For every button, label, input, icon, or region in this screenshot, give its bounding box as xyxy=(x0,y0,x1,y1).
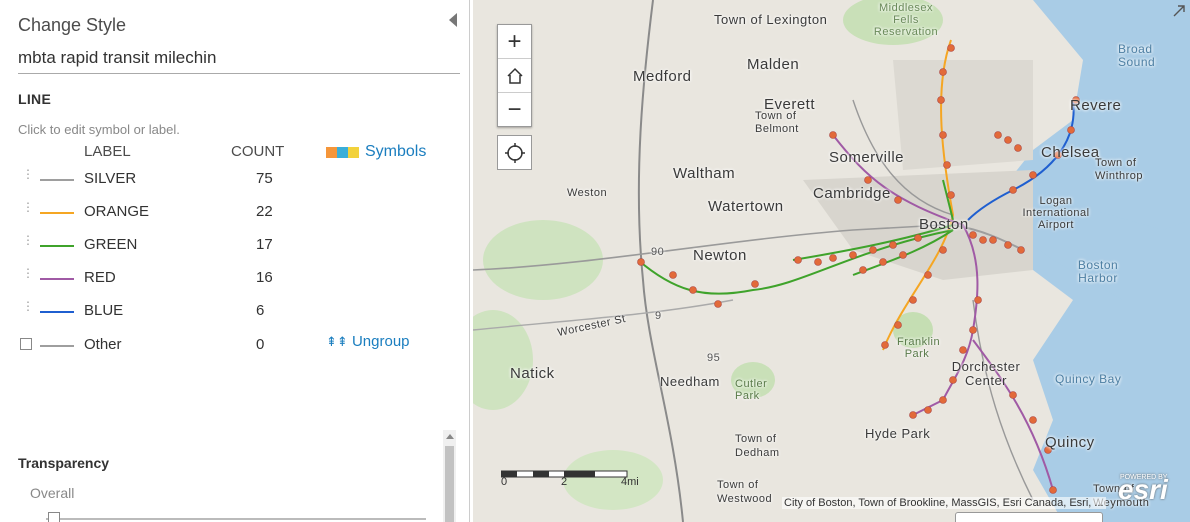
zoom-out-button[interactable]: − xyxy=(498,93,531,126)
change-style-panel: Change Style mbta rapid transit milechin… xyxy=(0,0,470,522)
map-label-medford: Medford xyxy=(633,68,692,85)
zoom-in-button[interactable]: + xyxy=(498,25,531,59)
symbols-link[interactable]: Symbols xyxy=(326,143,426,161)
overall-label: Overall xyxy=(30,485,75,501)
map-label-middlesex: Middlesex Fells Reservation xyxy=(873,2,939,38)
map-label-lexington: Town of Lexington xyxy=(714,12,828,27)
symbols-link-label: Symbols xyxy=(365,143,427,160)
map-label-cambridge: Cambridge xyxy=(813,185,891,202)
scroll-thumb[interactable] xyxy=(445,446,454,522)
map-label-winthrop: Town of Winthrop xyxy=(1095,157,1144,182)
ungroup-link[interactable]: ⇞⇞ Ungroup xyxy=(326,333,410,350)
map-label-dorchester: Dorchester Center xyxy=(951,359,1021,388)
panel-scrollbar[interactable] xyxy=(443,430,456,522)
legend-row-label[interactable]: Other xyxy=(84,336,122,353)
legend-row-count: 75 xyxy=(256,170,273,187)
map-label-quincy: Quincy xyxy=(1045,434,1095,451)
legend-row-blue[interactable]: ⋮ BLUE 6 xyxy=(0,299,460,327)
map-label-westwood: Town of Westwood xyxy=(717,479,773,505)
zoom-controls: + − xyxy=(497,24,532,127)
attribute-name: LINE xyxy=(18,91,52,107)
scale-label-zero: 0 xyxy=(501,476,508,488)
locate-icon xyxy=(504,142,525,163)
map-view[interactable]: Town of Lexington Medford Malden Everett… xyxy=(473,0,1190,522)
map-label-chelsea: Chelsea xyxy=(1041,144,1100,161)
map-label-needham: Needham xyxy=(660,374,720,389)
esri-logo[interactable]: esri xyxy=(1118,474,1168,506)
scale-bar: 0 2 4mi xyxy=(500,466,639,488)
legend-row-orange[interactable]: ⋮ ORANGE 22 xyxy=(0,200,460,228)
drag-handle-icon[interactable]: ⋮ xyxy=(22,201,34,219)
drag-handle-icon[interactable]: ⋮ xyxy=(22,168,34,186)
map-label-broad-sound: Broad Sound xyxy=(1118,42,1156,69)
route-shield-9: 9 xyxy=(655,310,662,322)
legend-row-red[interactable]: ⋮ RED 16 xyxy=(0,266,460,294)
line-symbol-swatch[interactable] xyxy=(40,311,74,313)
map-label-somerville: Somerville xyxy=(829,149,905,166)
legend-row-count: 0 xyxy=(256,336,265,353)
legend-row-label[interactable]: BLUE xyxy=(84,302,123,319)
map-label-watertown: Watertown xyxy=(708,198,784,215)
label-column-header: LABEL xyxy=(84,143,131,160)
line-symbol-swatch[interactable] xyxy=(40,212,74,214)
color-ramp-icon xyxy=(326,146,359,158)
line-symbol-swatch[interactable] xyxy=(40,345,74,347)
legend-row-green[interactable]: ⋮ GREEN 17 xyxy=(0,233,460,261)
map-label-cutler-park: Cutler Park xyxy=(735,378,768,402)
edit-hint: Click to edit symbol or label. xyxy=(18,122,180,137)
map-label-belmont: Town of Belmont xyxy=(755,110,799,135)
map-label-weston: Weston xyxy=(567,187,608,199)
locate-button[interactable] xyxy=(497,135,532,170)
legend-row-label[interactable]: SILVER xyxy=(84,170,136,187)
map-widget-tab[interactable] xyxy=(955,512,1103,522)
panel-title: Change Style xyxy=(18,15,127,35)
drag-handle-icon[interactable]: ⋮ xyxy=(22,267,34,285)
legend-row-label[interactable]: ORANGE xyxy=(84,203,149,220)
map-label-hyde-park: Hyde Park xyxy=(865,426,931,441)
legend-row-label[interactable]: GREEN xyxy=(84,236,137,253)
divider xyxy=(18,73,460,74)
legend-row-label[interactable]: RED xyxy=(84,269,116,286)
scale-label-mid: 2 xyxy=(561,476,568,488)
map-label-dedham: Town of Dedham xyxy=(735,433,780,459)
legend-row-count: 22 xyxy=(256,203,273,220)
line-symbol-swatch[interactable] xyxy=(40,179,74,181)
map-attribution[interactable]: City of Boston, Town of Brookline, MassG… xyxy=(782,497,1106,509)
scale-label-end: 4mi xyxy=(621,476,639,488)
map-label-quincy-bay: Quincy Bay xyxy=(1055,372,1122,386)
line-symbol-swatch[interactable] xyxy=(40,245,74,247)
line-symbol-swatch[interactable] xyxy=(40,278,74,280)
collapse-panel-icon[interactable] xyxy=(449,13,457,27)
drag-handle-icon[interactable]: ⋮ xyxy=(22,234,34,252)
expand-icon[interactable] xyxy=(1172,4,1186,18)
map-label-franklin-park: Franklin Park xyxy=(897,336,941,360)
map-label-logan: Logan International Airport xyxy=(1022,195,1090,231)
route-shield-95: 95 xyxy=(707,352,721,364)
map-label-malden: Malden xyxy=(747,56,800,73)
map-label-natick: Natick xyxy=(510,365,555,382)
legend-row-count: 17 xyxy=(256,236,273,253)
map-label-boston: Boston xyxy=(919,216,969,233)
legend-row-silver[interactable]: ⋮ SILVER 75 xyxy=(0,167,460,195)
ungroup-link-label: Ungroup xyxy=(351,333,410,350)
ungroup-icon: ⇞⇞ xyxy=(326,334,348,349)
transparency-slider-track[interactable] xyxy=(46,518,426,520)
other-checkbox[interactable] xyxy=(20,338,32,350)
map-label-waltham: Waltham xyxy=(673,165,736,182)
map-label-newton: Newton xyxy=(693,247,747,264)
home-icon xyxy=(506,67,523,84)
drag-handle-icon[interactable]: ⋮ xyxy=(22,300,34,318)
legend-row-count: 6 xyxy=(256,302,265,319)
transparency-slider-handle[interactable] xyxy=(48,512,60,522)
scroll-up-icon[interactable] xyxy=(446,434,454,439)
home-button[interactable] xyxy=(498,59,531,93)
count-column-header: COUNT xyxy=(231,143,285,160)
layer-name: mbta rapid transit milechin xyxy=(18,48,217,67)
legend-row-count: 16 xyxy=(256,269,273,286)
route-shield-90: 90 xyxy=(651,246,665,258)
transparency-title: Transparency xyxy=(18,455,110,471)
map-label-boston-harbor: Boston Harbor xyxy=(1077,258,1119,285)
map-label-revere: Revere xyxy=(1070,97,1122,114)
